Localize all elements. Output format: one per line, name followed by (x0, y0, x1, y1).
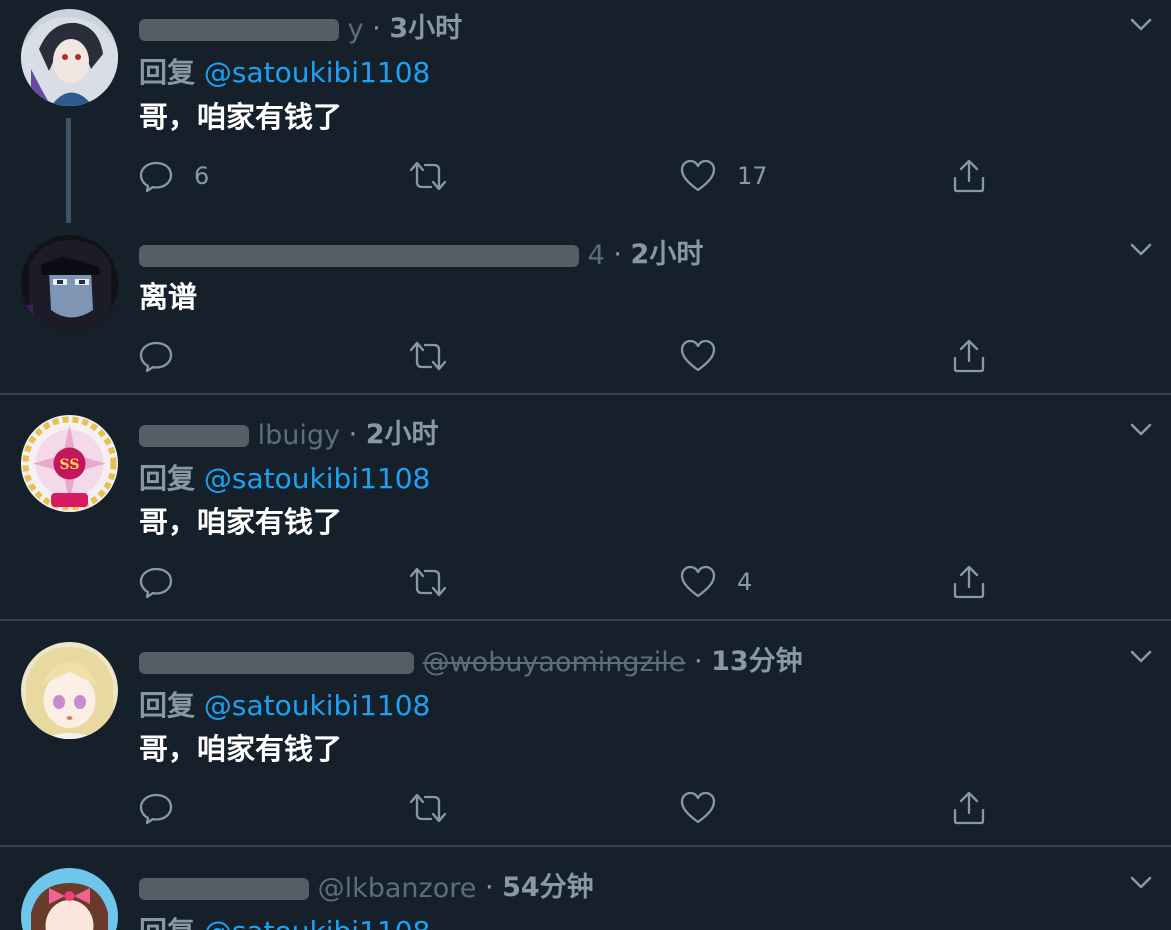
redacted-display-name (139, 651, 414, 674)
tweet-1[interactable]: y · 3小时 回复 @satoukibi1108 哥，咱家有钱了 6 17 (0, 0, 1171, 230)
handle[interactable]: lbuigy (258, 416, 340, 456)
anime-girl-avatar-icon (21, 9, 118, 106)
chevron-down-icon[interactable] (1126, 415, 1156, 445)
dark-hair-avatar-icon (21, 235, 118, 332)
redacted-display-name (139, 424, 249, 447)
reply-icon (139, 341, 173, 373)
tweet-header: 4 · 2小时 (139, 235, 1039, 275)
reply-count: 6 (194, 162, 210, 190)
reply-handle-link[interactable]: @satoukibi1108 (204, 462, 430, 495)
chevron-down-icon[interactable] (1126, 868, 1156, 898)
tweet-header: lbuigy · 2小时 (139, 415, 1039, 455)
heart-icon (680, 791, 716, 824)
like-button[interactable]: 17 (679, 156, 768, 196)
reply-button[interactable] (138, 562, 194, 602)
heart-icon (680, 565, 716, 598)
tweet-5[interactable]: @lkbanzore · 54分钟 回复 @satoukibi1108 (0, 847, 1171, 930)
avatar[interactable] (21, 9, 118, 106)
replying-to: 回复 @satoukibi1108 (139, 912, 430, 930)
share-button[interactable] (951, 156, 987, 196)
tweet-actions (0, 788, 1171, 828)
reply-prefix: 回复 (139, 689, 196, 722)
chevron-down-icon[interactable] (1126, 642, 1156, 672)
like-count: 17 (737, 162, 768, 190)
retweet-button[interactable] (408, 788, 468, 828)
handle[interactable]: @lkbanzore (318, 869, 477, 909)
tweet-3[interactable]: SS lbuigy · 2小时 回复 @satoukibi1108 哥，咱家有钱… (0, 395, 1171, 619)
reply-button[interactable] (138, 336, 194, 376)
replying-to: 回复 @satoukibi1108 (139, 686, 430, 726)
like-button[interactable]: 4 (679, 562, 752, 602)
tweet-text: 哥，咱家有钱了 (139, 505, 343, 539)
share-icon (953, 339, 985, 373)
share-icon (953, 159, 985, 193)
colorful-logo-avatar-icon: SS (21, 415, 118, 512)
reply-handle-link[interactable]: @satoukibi1108 (204, 689, 430, 722)
reply-icon (139, 793, 173, 825)
tweet-text: 哥，咱家有钱了 (139, 100, 343, 134)
tweet-actions: 4 (0, 562, 1171, 602)
handle[interactable]: 4 (588, 236, 605, 276)
tweet-actions (0, 336, 1171, 376)
retweet-button[interactable] (408, 156, 468, 196)
heart-icon (680, 339, 716, 372)
tweet-header: @lkbanzore · 54分钟 (139, 868, 1039, 908)
retweet-button[interactable] (408, 336, 468, 376)
share-icon (953, 791, 985, 825)
tweet-header: @wobuyaomingzile · 13分钟 (139, 642, 1039, 682)
reply-prefix: 回复 (139, 915, 195, 930)
replying-to: 回复 @satoukibi1108 (139, 53, 430, 93)
redacted-display-name (139, 244, 579, 267)
timestamp[interactable]: · 2小时 (349, 419, 439, 450)
tweet-text: 哥，咱家有钱了 (139, 732, 343, 766)
reply-icon (139, 161, 173, 193)
avatar[interactable] (21, 868, 118, 930)
like-button[interactable] (679, 788, 737, 828)
reply-handle-link[interactable]: @satoukibi1108 (204, 56, 430, 89)
tweet-2[interactable]: 4 · 2小时 离谱 (0, 230, 1171, 393)
handle[interactable]: @wobuyaomingzile (423, 643, 686, 683)
pink-bow-girl-avatar-icon (21, 868, 118, 930)
reply-prefix: 回复 (139, 56, 196, 89)
timestamp[interactable]: · 13分钟 (694, 646, 803, 677)
timestamp[interactable]: · 54分钟 (485, 872, 594, 903)
tweet-header: y · 3小时 (139, 9, 1039, 49)
retweet-icon (409, 793, 447, 823)
share-icon (953, 565, 985, 599)
reply-handle-link[interactable]: @satoukibi1108 (204, 915, 430, 930)
reply-prefix: 回复 (139, 462, 196, 495)
share-button[interactable] (951, 562, 987, 602)
reply-icon (139, 567, 173, 599)
share-button[interactable] (951, 336, 987, 376)
like-button[interactable] (679, 336, 737, 376)
avatar[interactable] (21, 642, 118, 739)
timestamp[interactable]: · 3小时 (372, 13, 462, 44)
avatar[interactable]: SS (21, 415, 118, 512)
redacted-display-name (139, 18, 339, 41)
svg-text:SS: SS (60, 457, 80, 473)
chevron-down-icon[interactable] (1126, 10, 1156, 40)
chevron-down-icon[interactable] (1126, 235, 1156, 265)
tweet-text: 离谱 (139, 280, 198, 314)
reply-button[interactable]: 6 (138, 156, 209, 196)
tweet-actions: 6 17 (0, 156, 1171, 196)
retweet-icon (409, 341, 447, 371)
tweet-feed: y · 3小时 回复 @satoukibi1108 哥，咱家有钱了 6 17 4… (0, 0, 1171, 930)
timestamp[interactable]: · 2小时 (613, 239, 703, 270)
tweet-4[interactable]: @wobuyaomingzile · 13分钟 回复 @satoukibi110… (0, 621, 1171, 845)
avatar[interactable] (21, 235, 118, 332)
like-count: 4 (737, 568, 753, 596)
redacted-display-name (139, 877, 309, 900)
retweet-icon (409, 567, 447, 597)
heart-icon (680, 159, 716, 192)
blonde-girl-avatar-icon (21, 642, 118, 739)
retweet-icon (409, 161, 447, 191)
reply-button[interactable] (138, 788, 194, 828)
handle[interactable]: y (348, 10, 364, 50)
retweet-button[interactable] (408, 562, 468, 602)
replying-to: 回复 @satoukibi1108 (139, 459, 430, 499)
share-button[interactable] (951, 788, 987, 828)
